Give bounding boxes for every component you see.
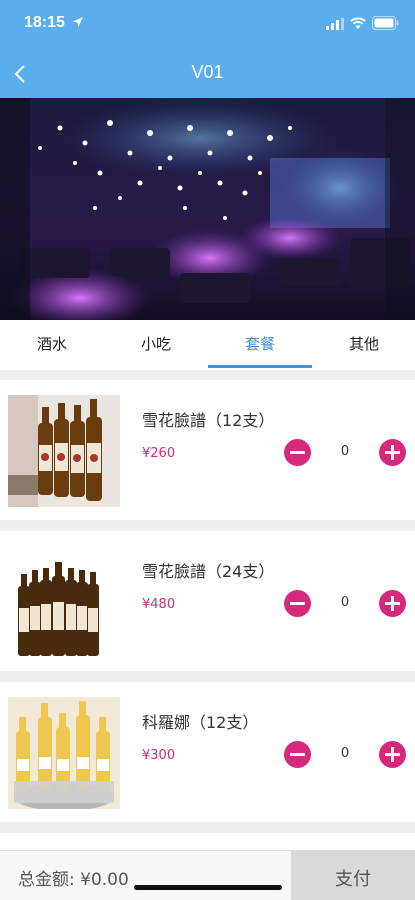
cellular-signal-icon [326, 18, 344, 30]
category-tabs: 酒水 小吃 套餐 其他 [0, 320, 415, 370]
pay-button[interactable]: 支付 [291, 851, 415, 900]
status-time: 18:15 [24, 14, 65, 31]
product-price: ¥260 [142, 446, 176, 461]
tab-snacks[interactable]: 小吃 [104, 320, 208, 370]
product-name: 科羅娜（12支） [142, 713, 259, 732]
battery-icon [372, 16, 399, 30]
quantity-value: 0 [340, 595, 350, 610]
venue-banner-image [0, 98, 415, 320]
wifi-icon [350, 17, 366, 29]
increase-quantity-button[interactable] [379, 590, 406, 617]
product-image [8, 395, 120, 507]
app-header: 18:15 V01 [0, 0, 415, 98]
product-image [8, 697, 120, 809]
increase-quantity-button[interactable] [379, 439, 406, 466]
increase-quantity-button[interactable] [379, 741, 406, 768]
decrease-quantity-button[interactable] [284, 439, 311, 466]
location-arrow-icon [73, 17, 83, 27]
tab-others[interactable]: 其他 [312, 320, 415, 370]
product-card: 科羅娜（12支） ¥300 0 [0, 682, 415, 822]
checkout-bar: 总金额: ¥0.00 支付 [0, 850, 415, 900]
product-price: ¥480 [142, 597, 176, 612]
tab-drinks[interactable]: 酒水 [0, 320, 104, 370]
decrease-quantity-button[interactable] [284, 741, 311, 768]
product-name: 雪花臉譜（24支） [142, 562, 275, 581]
tab-packages[interactable]: 套餐 [208, 320, 312, 370]
product-price: ¥300 [142, 748, 176, 763]
product-name: 雪花臉譜（12支） [142, 411, 275, 430]
product-image [8, 546, 120, 658]
quantity-value: 0 [340, 444, 350, 459]
quantity-value: 0 [340, 746, 350, 761]
product-card: 雪花臉譜（12支） ¥260 0 [0, 380, 415, 520]
page-title: V01 [191, 62, 224, 82]
total-amount: 总金额: ¥0.00 [18, 870, 129, 890]
home-indicator [134, 885, 282, 890]
product-card: 雪花臉譜（24支） ¥480 0 [0, 531, 415, 671]
active-tab-indicator [208, 365, 312, 368]
status-bar: 18:15 [0, 0, 415, 48]
decrease-quantity-button[interactable] [284, 590, 311, 617]
